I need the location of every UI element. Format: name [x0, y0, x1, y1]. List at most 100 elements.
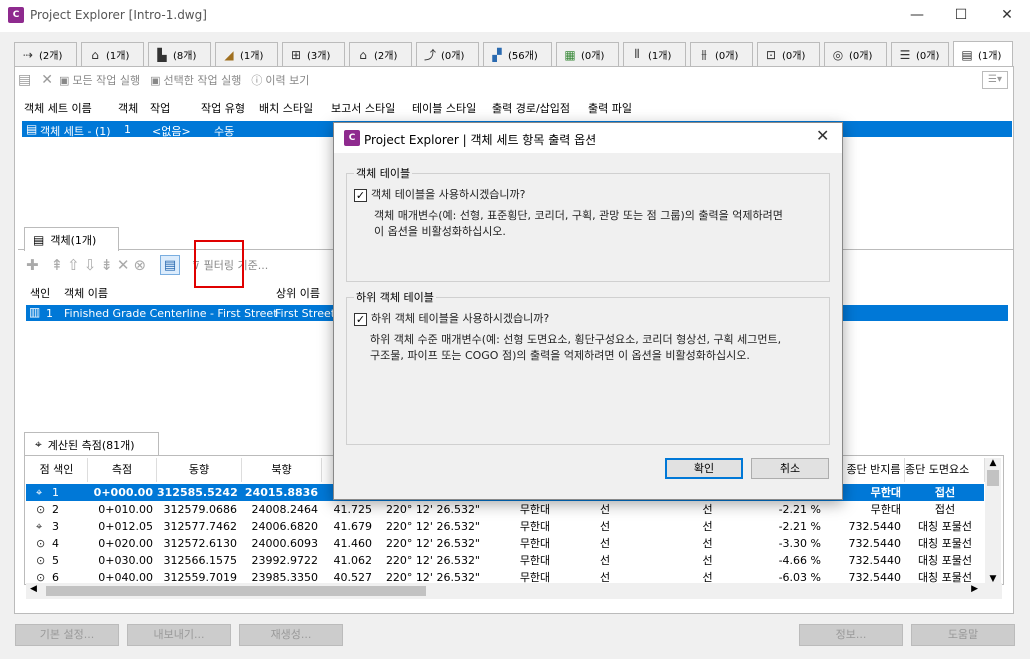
column-parent-name[interactable]: 상위 이름 — [276, 285, 320, 301]
grid-cell-e: 312577.7462 — [163, 520, 237, 533]
run-all-button[interactable]: ▣ 모든 작업 실행 — [59, 72, 140, 88]
tab-corridors[interactable]: ◢ (1개) — [215, 42, 278, 66]
tab-objects[interactable]: ▤ 객체(1개) — [24, 227, 119, 251]
minimize-button[interactable]: — — [894, 0, 940, 30]
table-row[interactable]: ⊙ 5 0+030.00 312566.1575 23992.9722 41.062 220… — [26, 552, 984, 569]
column-object-name[interactable]: 객체 이름 — [64, 285, 108, 301]
tab-point-groups[interactable]: ◎ (0개) — [824, 42, 887, 66]
tab-section-views[interactable]: ▦ (0개) — [556, 42, 619, 66]
close-button[interactable]: ✕ — [984, 0, 1030, 30]
grid-cell-c2: 선 — [599, 554, 611, 567]
grid-cell-sta: 0+012.05 — [98, 520, 153, 533]
column-table-style[interactable]: 테이블 스타일 — [412, 100, 476, 116]
column-action[interactable]: 작업 — [150, 100, 170, 116]
grid-cell-rad: 무한대 — [870, 486, 901, 499]
grid-cell-el: 대칭 포물선 — [917, 537, 973, 550]
object-table-check-label[interactable]: 객체 테이블을 사용하시겠습니까? — [371, 186, 526, 203]
remove-icon[interactable]: ✕ — [117, 256, 130, 274]
tab-computed-stations[interactable]: ⌖ 계산된 측점(81개) — [24, 432, 159, 456]
tab-profile-views[interactable]: ▙ (8개) — [148, 42, 211, 66]
tab-tables[interactable]: ☰ (0개) — [891, 42, 949, 66]
info-button[interactable]: 정보... — [799, 624, 903, 646]
column-layout-style[interactable]: 배치 스타일 — [259, 100, 313, 116]
tab-assemblies[interactable]: ⊞ (3개) — [282, 42, 345, 66]
point-marker-icon: ⊙ — [36, 537, 46, 550]
column-objects[interactable]: 객체 — [118, 100, 138, 116]
column-output-file[interactable]: 출력 파일 — [588, 100, 632, 116]
grid-cell-e: 312585.5242 — [157, 486, 238, 499]
basic-settings-button[interactable]: 기본 설정... — [15, 624, 119, 646]
delete-icon[interactable]: ✕ — [41, 72, 53, 88]
grid-header-station[interactable]: 측점 — [88, 458, 157, 482]
subobject-table-check-label[interactable]: 하위 객체 테이블을 사용하시겠습니까? — [371, 310, 549, 327]
ok-button[interactable]: 확인 — [665, 458, 743, 479]
table-row[interactable]: ⊙ 2 0+010.00 312579.0686 24008.2464 41.725 220… — [26, 501, 984, 518]
move-down-icon[interactable]: ⇩ — [84, 256, 97, 274]
grid-cell-c1: 무한대 — [519, 520, 551, 533]
crosshair-icon: ⌖ — [36, 486, 43, 499]
grid-cell-c3: 선 — [702, 520, 713, 533]
column-index[interactable]: 색인 — [30, 285, 50, 301]
grid-vertical-scrollbar[interactable]: ▲ ▼ — [985, 458, 1001, 584]
civil3d-app-icon: C — [8, 7, 24, 23]
regenerate-button[interactable]: 재생성... — [239, 624, 343, 646]
pressure-network-icon: ⫵ — [701, 47, 707, 61]
add-icon[interactable]: ✚ — [26, 256, 39, 274]
tab-feature-lines[interactable]: ⤴ (0개) — [416, 42, 479, 66]
table-row[interactable]: ⊙ 4 0+020.00 312572.6130 24000.6093 41.460 220… — [26, 535, 984, 552]
run-selected-button[interactable]: ▣ 선택한 작업 실행 — [150, 72, 241, 88]
dialog-close-icon[interactable]: ✕ — [816, 126, 829, 145]
export-button[interactable]: 내보내기... — [127, 624, 231, 646]
column-action-type[interactable]: 작업 유형 — [201, 100, 245, 116]
tab-sample-lines[interactable]: ▞ (56개) — [483, 42, 552, 66]
scroll-up-icon[interactable]: ▲ — [985, 458, 1001, 468]
grid-cell-c3: 선 — [702, 503, 713, 516]
scroll-thumb-vertical[interactable] — [987, 470, 999, 486]
column-output-path[interactable]: 출력 경로/삽입점 — [492, 100, 570, 116]
history-button[interactable]: ⓘ 이력 보기 — [251, 72, 309, 88]
new-object-set-icon[interactable]: ▤ — [18, 72, 31, 88]
cancel-button[interactable]: 취소 — [751, 458, 829, 479]
move-top-icon[interactable]: ⇞ — [51, 256, 64, 274]
info-icon: ⓘ — [251, 74, 263, 87]
object-set-name: 객체 세트 - (1) — [40, 125, 111, 138]
tab-pipe-networks[interactable]: ⫴ (1개) — [623, 42, 686, 66]
column-chooser-icon[interactable]: ☰▾ — [982, 71, 1008, 89]
grid-cell-bearing: 220° 12' 26.532" — [385, 537, 480, 550]
grid-header-easting[interactable]: 동향 — [157, 458, 242, 482]
tab-object-sets[interactable]: ▤ (1개) — [953, 41, 1013, 67]
object-index: 1 — [46, 307, 53, 320]
move-bottom-icon[interactable]: ⇟ — [100, 256, 113, 274]
move-up-icon[interactable]: ⇧ — [67, 256, 80, 274]
grid-header-element[interactable]: 종단 도면요소 — [905, 458, 985, 482]
column-report-style[interactable]: 보고서 스타일 — [331, 100, 395, 116]
tab-surfaces[interactable]: ⌂ (2개) — [349, 42, 412, 66]
grid-header-northing[interactable]: 북향 — [242, 458, 322, 482]
column-object-set-name[interactable]: 객체 세트 이름 — [24, 100, 92, 116]
tab-pressure-networks[interactable]: ⫵ (0개) — [690, 42, 753, 66]
object-name: Finished Grade Centerline - First Street — [64, 307, 278, 320]
tab-profiles[interactable]: ⌂ (1개) — [81, 42, 144, 66]
tab-alignments[interactable]: ⇢ (2개) — [14, 42, 77, 66]
object-type-tabs: ⇢ (2개) ⌂ (1개) ▙ (8개) ◢ (1개) ⊞ (3개) ⌂ (2개) ⤴ (0개… — [14, 41, 1014, 67]
help-button[interactable]: 도움말 — [911, 624, 1015, 646]
maximize-button[interactable]: ☐ — [938, 0, 984, 30]
grid-cell-c2: 선 — [599, 520, 611, 533]
dialog-title-bar: C Project Explorer | 객체 세트 항목 출력 옵션 ✕ — [334, 123, 842, 153]
tab-parcels[interactable]: ⊡ (0개) — [757, 42, 820, 66]
table-row[interactable]: ⌖ 3 0+012.05 312577.7462 24006.6820 41.679 220… — [26, 518, 984, 535]
output-options-icon[interactable]: ▤ — [160, 255, 181, 275]
pipe-network-icon: ⫴ — [634, 47, 640, 61]
subobject-table-checkbox[interactable]: ✓ — [354, 313, 367, 326]
subobject-table-group-label: 하위 객체 테이블 — [354, 289, 436, 305]
clear-icon[interactable]: ⊗ — [133, 256, 146, 274]
grid-cell-el: 접선 — [934, 486, 956, 499]
grid-header-index[interactable]: 점 색인 — [26, 458, 88, 482]
scroll-left-icon[interactable]: ◀ — [30, 584, 37, 594]
scroll-right-icon[interactable]: ▶ — [971, 584, 978, 594]
grid-header-radius[interactable]: 종단 반지름 — [843, 458, 905, 482]
grid-horizontal-scrollbar[interactable]: ◀ ▶ — [26, 583, 1002, 599]
object-table-checkbox[interactable]: ✓ — [354, 189, 367, 202]
scroll-thumb-horizontal[interactable] — [46, 586, 426, 596]
object-set-icon: ▤ — [26, 122, 38, 136]
